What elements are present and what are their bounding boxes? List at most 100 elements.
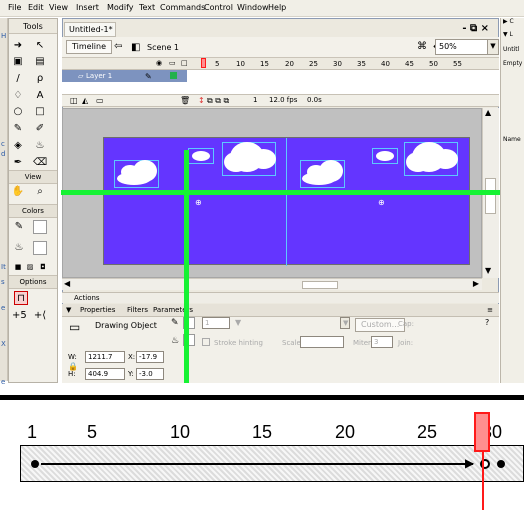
free-transform-tool-icon[interactable]: ▣ [11, 55, 25, 69]
text-tool-icon[interactable]: A [33, 89, 47, 103]
stroke-style-dropdown[interactable]: ▼ [235, 318, 241, 327]
rectangle-tool-icon[interactable]: □ [33, 105, 47, 119]
fill-color-icon[interactable]: ♨ [12, 241, 26, 255]
menu-view[interactable]: View [49, 3, 68, 12]
tab-properties[interactable]: Properties [80, 306, 115, 314]
straighten-option-icon[interactable]: +⟨ [33, 309, 47, 323]
scroll-down-icon[interactable]: ▼ [485, 266, 491, 275]
stroke-color-icon[interactable]: ✎ [171, 318, 179, 328]
zoom-tool-icon[interactable]: ⌕ [33, 185, 47, 199]
stage[interactable]: ⊕ ⊕ [103, 137, 470, 266]
ink-bottle-tool-icon[interactable]: ◈ [11, 139, 25, 153]
hand-tool-icon[interactable]: ✋ [11, 185, 25, 199]
stroke-hinting-checkbox[interactable] [202, 338, 210, 346]
cloud[interactable] [251, 149, 276, 169]
motion-guide-icon[interactable]: ◭ [82, 96, 88, 105]
menu-modify[interactable]: Modify [107, 3, 134, 12]
gradient-tool-icon[interactable]: ▤ [33, 55, 47, 69]
cloud[interactable] [192, 151, 210, 161]
keyframe-marker[interactable] [170, 72, 177, 79]
menu-window[interactable]: Window [237, 3, 269, 12]
back-arrow-icon[interactable]: ⇦ [114, 41, 122, 52]
vertical-scroll-thumb[interactable] [485, 178, 496, 214]
cloud[interactable] [433, 149, 458, 169]
stroke-swatch[interactable] [33, 220, 47, 234]
menu-help[interactable]: Help [268, 3, 286, 12]
cloud[interactable] [117, 172, 151, 185]
horizontal-scrollbar[interactable]: ◀ ▶ [62, 278, 482, 290]
lasso-tool-icon[interactable]: ρ [33, 72, 47, 86]
horizontal-scroll-thumb[interactable] [302, 281, 338, 289]
oval-tool-icon[interactable]: ○ [11, 105, 25, 119]
zoomed-playhead[interactable] [474, 412, 490, 452]
window-controls[interactable]: - ⧉ × [462, 23, 489, 34]
panel-collapse-icon[interactable]: ▼ [66, 306, 71, 314]
outline-icon[interactable]: □ [181, 59, 188, 67]
menu-insert[interactable]: Insert [76, 3, 99, 12]
menu-edit[interactable]: Edit [28, 3, 44, 12]
stroke-style-select[interactable]: ▼ [340, 317, 350, 329]
scroll-left-icon[interactable]: ◀ [64, 279, 70, 288]
layer-folder-icon[interactable]: ▭ [96, 96, 104, 105]
no-color-icon[interactable]: ▨ [23, 260, 37, 274]
snap-to-objects-icon[interactable]: ⊓ [14, 291, 28, 305]
menu-file[interactable]: File [8, 3, 21, 12]
paint-bucket-tool-icon[interactable]: ♨ [33, 139, 47, 153]
menu-control[interactable]: Control [204, 3, 233, 12]
eyedropper-tool-icon[interactable]: ✒ [11, 156, 25, 170]
fill-swatch[interactable] [33, 241, 47, 255]
lock-icon[interactable]: ▭ [169, 59, 176, 67]
default-colors-icon[interactable]: ◘ [36, 260, 50, 274]
timeline-button[interactable]: Timeline [66, 40, 113, 54]
cloud[interactable] [406, 152, 430, 172]
zoom-select[interactable]: 50% [435, 39, 491, 55]
onion-skin-icons[interactable]: ⧉ ⧉ ⧉ [207, 96, 229, 106]
properties-tabs: ▼ Properties Filters Parameters ≡ [62, 304, 499, 317]
edit-scene-icon[interactable]: ⌘ [417, 41, 427, 52]
x-field[interactable]: -17.9 [136, 351, 164, 363]
eraser-tool-icon[interactable]: ⌫ [33, 156, 47, 170]
zoom-dropdown-button[interactable]: ▼ [487, 39, 499, 55]
line-tool-icon[interactable]: / [11, 72, 25, 86]
playhead[interactable] [201, 58, 206, 68]
width-field[interactable]: 1211.7 [85, 351, 125, 363]
timeline-ruler-mark: 30 [333, 60, 342, 68]
scroll-right-icon[interactable]: ▶ [473, 279, 479, 288]
smooth-option-icon[interactable]: +5 [12, 309, 27, 323]
stage-divider [286, 138, 287, 266]
help-icon[interactable]: ? [485, 318, 489, 327]
delete-layer-icon[interactable]: 🗑 [180, 96, 190, 105]
fill-color-icon[interactable]: ♨ [171, 336, 179, 346]
panel-menu-icon[interactable]: ≡ [487, 306, 493, 314]
start-keyframe[interactable] [31, 460, 39, 468]
selection-tool-icon[interactable]: ➜ [11, 39, 25, 53]
center-frame-icon[interactable]: ↕ [198, 96, 205, 105]
right-panel-tab[interactable]: ▶ C [503, 18, 514, 25]
menu-commands[interactable]: Commands [160, 3, 205, 12]
miter-field[interactable]: 3 [371, 336, 393, 348]
scale-select[interactable] [300, 336, 344, 348]
stroke-height-field[interactable]: 1 [202, 317, 230, 329]
right-panel-tab[interactable]: ▼ L [503, 31, 513, 38]
pen-tool-icon[interactable]: ♢ [11, 89, 25, 103]
cloud[interactable] [224, 152, 248, 172]
eye-icon[interactable]: ◉ [156, 59, 162, 67]
actions-panel-header[interactable]: Actions [62, 292, 499, 303]
document-tab[interactable]: Untitled-1* [64, 22, 116, 37]
scroll-up-icon[interactable]: ▲ [485, 108, 491, 117]
cloud[interactable] [302, 172, 336, 185]
cap-label: Cap: [398, 320, 414, 328]
pencil-tool-icon[interactable]: ✎ [11, 122, 25, 136]
y-field[interactable]: -3.0 [136, 368, 164, 380]
cloud[interactable] [376, 151, 394, 161]
height-field[interactable]: 404.9 [85, 368, 125, 380]
menu-bar: File Edit View Insert Modify Text Comman… [0, 0, 524, 17]
tab-filters[interactable]: Filters [127, 306, 148, 314]
lock-icon[interactable]: 🔒 [68, 362, 78, 371]
menu-text[interactable]: Text [139, 3, 155, 12]
insert-layer-icon[interactable]: ◫ [70, 96, 78, 105]
brush-tool-icon[interactable]: ✐ [33, 122, 47, 136]
stroke-color-icon[interactable]: ✎ [12, 220, 26, 234]
subselection-tool-icon[interactable]: ↖ [33, 39, 47, 53]
next-keyframe[interactable] [497, 460, 505, 468]
